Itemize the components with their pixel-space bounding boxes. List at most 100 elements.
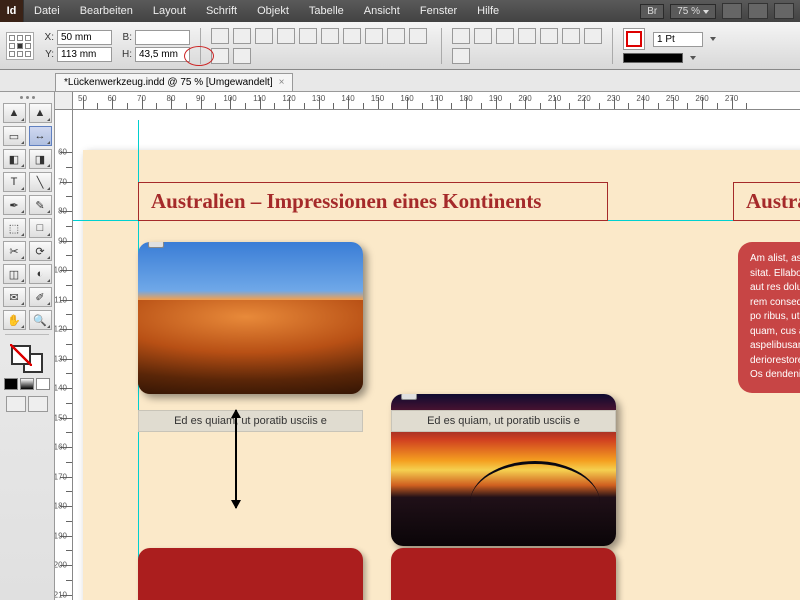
tool-rectangle-frame[interactable]: ⬚ [3, 218, 26, 238]
y-label: Y: [40, 49, 54, 60]
text-panel[interactable]: Am alist, as sitat. Ellabor aut res dolu… [738, 242, 800, 393]
caption-frame-1[interactable]: Ed es quiam, ut poratib usciis e [138, 410, 363, 432]
stroke-color-swatch[interactable] [623, 53, 683, 63]
main-menu: Datei Bearbeiten Layout Schrift Objekt T… [24, 1, 509, 21]
red-frame-2[interactable] [391, 548, 616, 600]
text-wrap-icon[interactable] [452, 28, 470, 44]
tool-gradient-feather[interactable]: ◐ [29, 264, 52, 284]
preview-view-icon[interactable] [28, 396, 48, 412]
page-title: Australien – Impressionen eines Kontinen… [151, 189, 541, 213]
tool-pen[interactable]: ✒ [3, 195, 26, 215]
tool-gradient-swatch[interactable]: ◫ [3, 264, 26, 284]
rotate-icon[interactable] [255, 28, 273, 44]
menu-datei[interactable]: Datei [24, 1, 70, 21]
screen-mode-icon[interactable] [722, 3, 742, 19]
fill-frame-icon[interactable] [233, 48, 251, 64]
tool-note[interactable]: ✉ [3, 287, 26, 307]
shear-icon[interactable] [277, 28, 295, 44]
apply-color-icon[interactable] [4, 378, 18, 390]
tool-eyedropper[interactable]: ✐ [29, 287, 52, 307]
image-frame-1[interactable] [138, 242, 363, 394]
x-field[interactable] [57, 30, 112, 45]
vertical-ruler[interactable]: 6070809010011012013014015016017018019020… [55, 110, 73, 600]
menubar: Id Datei Bearbeiten Layout Schrift Objek… [0, 0, 800, 22]
menu-hilfe[interactable]: Hilfe [467, 1, 509, 21]
ruler-origin[interactable] [55, 92, 73, 110]
fill-stroke-proxy[interactable] [623, 28, 645, 50]
tool-content-collector[interactable]: ◧ [3, 149, 26, 169]
menu-schrift[interactable]: Schrift [196, 1, 247, 21]
menu-fenster[interactable]: Fenster [410, 1, 467, 21]
tool-free-transform[interactable]: ⟳ [29, 241, 52, 261]
h-label: H: [118, 49, 132, 60]
tool-page[interactable]: ▭ [3, 126, 26, 146]
toolbox: ▲▲▭↔◧◨T╲✒✎⬚□✂⟳◫◐✉✐✋🔍 [0, 92, 55, 600]
red-frame-1[interactable] [138, 548, 363, 600]
stroke-weight-field[interactable] [653, 32, 703, 47]
tool-rectangle[interactable]: □ [29, 218, 52, 238]
y-field[interactable] [57, 47, 112, 62]
width-field[interactable] [135, 30, 190, 45]
drop-shadow-icon[interactable] [540, 28, 558, 44]
canvas[interactable]: 5060708090100110120130140150160170180190… [55, 92, 800, 600]
align-icon[interactable] [562, 28, 580, 44]
title-frame-2[interactable]: Austra [733, 182, 800, 221]
page-title-2: Austra [746, 189, 800, 213]
menu-tabelle[interactable]: Tabelle [299, 1, 354, 21]
distribute-icon[interactable] [452, 48, 470, 64]
opacity-icon[interactable] [518, 28, 536, 44]
title-frame[interactable]: Australien – Impressionen eines Kontinen… [138, 182, 608, 221]
menu-ansicht[interactable]: Ansicht [354, 1, 410, 21]
normal-view-icon[interactable] [6, 396, 26, 412]
link-badge-icon[interactable] [401, 394, 417, 400]
height-field[interactable] [135, 47, 190, 62]
menu-objekt[interactable]: Objekt [247, 1, 299, 21]
reference-point-grid[interactable] [6, 32, 34, 60]
page-spread: Australien – Impressionen eines Kontinen… [83, 150, 800, 600]
arrange-icon[interactable] [748, 3, 768, 19]
tool-selection[interactable]: ▲ [3, 103, 26, 123]
app-badge: Id [0, 0, 24, 22]
flip-h-icon[interactable] [343, 28, 361, 44]
effects-icon[interactable] [496, 28, 514, 44]
tool-zoom[interactable]: 🔍 [29, 310, 52, 330]
scale-y-icon[interactable] [233, 28, 251, 44]
apply-none-icon[interactable] [36, 378, 50, 390]
corner-options-icon[interactable] [474, 28, 492, 44]
bridge-button[interactable]: Br [640, 4, 664, 19]
gap-measure-arrow [235, 410, 237, 508]
tool-direct-select[interactable]: ▲ [29, 103, 52, 123]
close-tab-icon[interactable]: × [279, 77, 285, 88]
tool-pencil[interactable]: ✎ [29, 195, 52, 215]
apply-gradient-icon[interactable] [20, 378, 34, 390]
fit-content-icon[interactable] [211, 48, 229, 64]
pathfinder-icon[interactable] [584, 28, 602, 44]
menu-layout[interactable]: Layout [143, 1, 196, 21]
fill-stroke-swatch[interactable] [9, 343, 45, 375]
document-tab[interactable]: *Lückenwerkzeug.indd @ 75 % [Umgewandelt… [55, 73, 293, 91]
caption-1: Ed es quiam, ut poratib usciis e [174, 415, 327, 427]
flip-v-icon[interactable] [365, 28, 383, 44]
zoom-dropdown[interactable]: 75 % [670, 4, 716, 19]
scale-x-icon[interactable] [211, 28, 229, 44]
tool-line[interactable]: ╲ [29, 172, 52, 192]
link-badge-icon[interactable] [148, 242, 164, 248]
caption-frame-2[interactable]: Ed es quiam, ut poratib usciis e [391, 410, 616, 432]
object-icons [452, 28, 602, 64]
x-label: X: [40, 32, 54, 43]
horizontal-ruler[interactable]: 5060708090100110120130140150160170180190… [73, 92, 800, 110]
select-content-icon[interactable] [409, 28, 427, 44]
tool-hand[interactable]: ✋ [3, 310, 26, 330]
tool-gap[interactable]: ↔ [29, 126, 52, 146]
document-tabs: *Lückenwerkzeug.indd @ 75 % [Umgewandelt… [0, 70, 800, 92]
tool-scissors[interactable]: ✂ [3, 241, 26, 261]
tool-type[interactable]: T [3, 172, 26, 192]
rotate-90-ccw-icon[interactable] [321, 28, 339, 44]
panel-grip-icon[interactable] [20, 96, 35, 99]
workspace-icon[interactable] [774, 3, 794, 19]
menu-bearbeiten[interactable]: Bearbeiten [70, 1, 143, 21]
select-container-icon[interactable] [387, 28, 405, 44]
rotate-90-cw-icon[interactable] [299, 28, 317, 44]
tool-content-placer[interactable]: ◨ [29, 149, 52, 169]
panel-text: Am alist, as sitat. Ellabor aut res dolu… [750, 253, 800, 380]
